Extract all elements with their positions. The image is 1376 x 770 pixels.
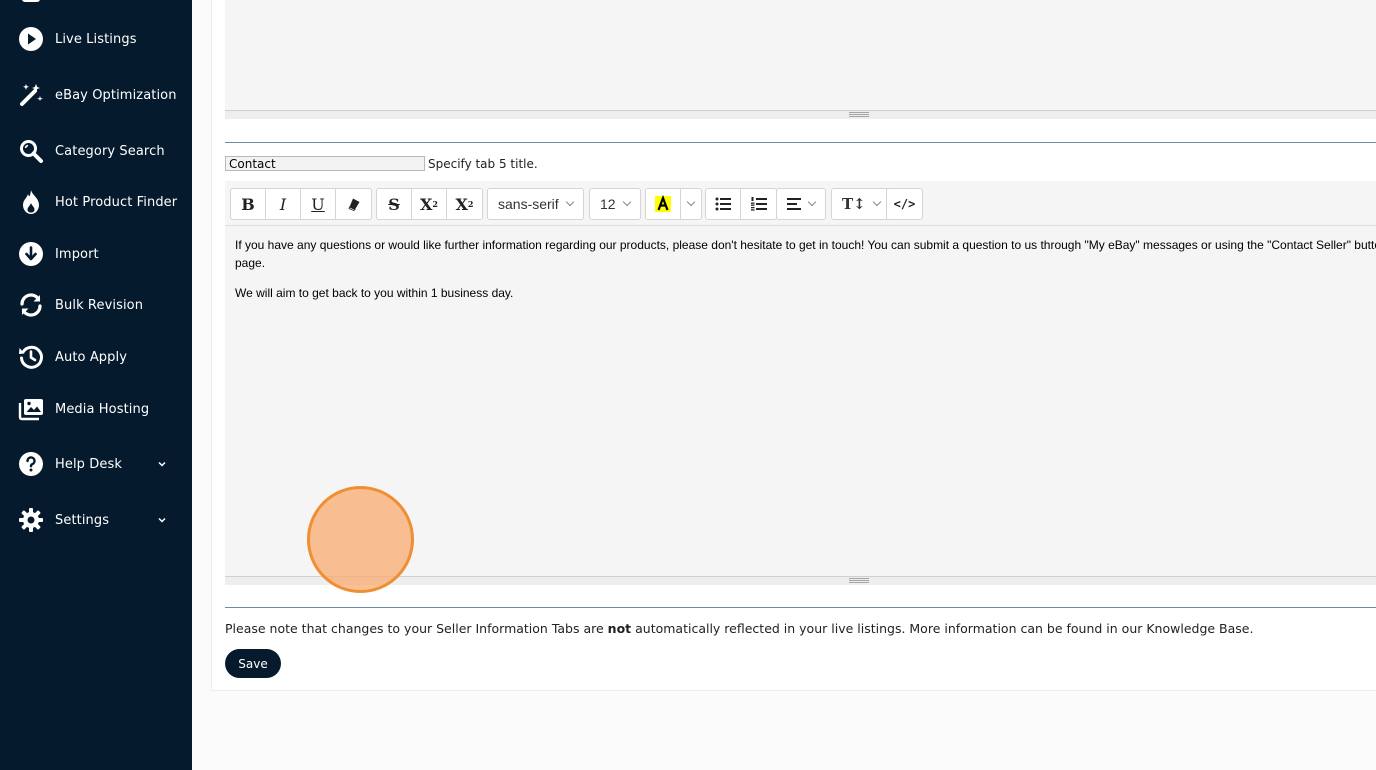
sync-note: Please note that changes to your Seller … (225, 621, 1253, 636)
code-view-button[interactable]: </> (887, 189, 922, 219)
help-circle-icon (17, 450, 45, 478)
sidebar-item-label: Media Hosting (55, 401, 150, 417)
download-circle-icon (17, 240, 45, 268)
grip-icon (849, 112, 869, 117)
sidebar-item-label: Settings (55, 512, 110, 528)
superscript-button[interactable]: X2 (412, 189, 447, 219)
sidebar-item-label: eBay Optimization (55, 87, 177, 103)
script-group: S X2 X2 (376, 188, 483, 220)
sidebar-item-live-listings[interactable]: Live Listings (0, 19, 192, 59)
sidebar-item-label: Auto Apply (55, 349, 128, 365)
chevron-down-icon[interactable] (156, 458, 168, 470)
history-icon (17, 343, 45, 371)
eraser-icon (348, 198, 359, 211)
sidebar-item-label: Live Listings (55, 31, 137, 47)
clear-format-button[interactable] (336, 189, 371, 219)
sidebar-item-label: Category Search (55, 143, 165, 159)
sidebar-item-label: Import (55, 246, 99, 262)
sidebar-item-media-hosting[interactable]: Media Hosting (0, 389, 192, 429)
chevron-down-icon[interactable] (156, 514, 168, 526)
sidebar-item-ebay-optimization[interactable]: eBay Optimization (0, 75, 192, 115)
highlight-color-group (645, 188, 702, 220)
section-divider (225, 142, 1376, 143)
page-background (192, 691, 1376, 770)
highlight-color-button[interactable] (646, 189, 681, 219)
chevron-down-icon (565, 197, 574, 207)
search-icon (17, 137, 45, 165)
chevron-down-icon (807, 197, 817, 207)
text-height-select[interactable]: T↕ (831, 188, 891, 220)
sidebar: Live Listings eBay Optimization Category… (0, 0, 192, 770)
align-left-icon (787, 198, 801, 210)
chevron-down-icon (686, 197, 696, 207)
bold-button[interactable]: B (231, 189, 266, 219)
code-view-group: </> (886, 188, 923, 220)
chevron-down-icon (622, 197, 631, 207)
font-size-value: 12 (600, 196, 616, 212)
sidebar-item-bulk-revision[interactable]: Bulk Revision (0, 285, 192, 325)
text-color-icon (655, 195, 671, 212)
note-text: Please note that changes to your Seller … (225, 621, 608, 636)
sidebar-item-label: Bulk Revision (55, 297, 144, 313)
sync-icon (17, 291, 45, 319)
previous-tab-editor-body[interactable] (225, 0, 1376, 111)
font-size-select[interactable]: 12 (589, 188, 641, 220)
unordered-list-button[interactable] (706, 189, 741, 219)
sidebar-item-auto-apply[interactable]: Auto Apply (0, 337, 192, 377)
sidebar-item-import[interactable]: Import (0, 234, 192, 274)
flame-icon (17, 188, 45, 216)
paragraph-align-select[interactable] (776, 188, 826, 220)
font-family-select[interactable]: sans-serif (487, 188, 584, 220)
underline-button[interactable]: U (301, 189, 336, 219)
save-button[interactable]: Save (225, 649, 281, 678)
sidebar-item-category-search[interactable]: Category Search (0, 131, 192, 171)
sidebar-item-settings[interactable]: Settings (0, 500, 192, 540)
text-height-icon: T↕ (842, 195, 866, 213)
tab-5-title-input[interactable] (225, 156, 425, 171)
chevron-down-icon (872, 197, 881, 207)
gear-icon (17, 506, 45, 534)
list-group (705, 188, 777, 220)
partial-menu-icon (22, 0, 40, 2)
sidebar-item-help-desk[interactable]: Help Desk (0, 444, 192, 484)
previous-editor-resize-handle[interactable] (225, 110, 1376, 119)
grip-icon (849, 578, 869, 583)
italic-button[interactable]: I (266, 189, 301, 219)
play-circle-icon (17, 25, 45, 53)
editor-paragraph: We will aim to get back to you within 1 … (235, 286, 514, 300)
ordered-list-button[interactable] (741, 189, 776, 219)
sidebar-item-label: Hot Product Finder (55, 194, 178, 210)
tab-5-title-hint: Specify tab 5 title. (428, 157, 538, 171)
magic-wand-icon (17, 81, 45, 109)
editor-toolbar: B I U S X2 X2 sans-serif 12 T↕ </> (225, 181, 1376, 226)
click-indicator (307, 486, 414, 593)
subscript-button[interactable]: X2 (447, 189, 482, 219)
font-family-value: sans-serif (498, 196, 559, 212)
sidebar-item-hot-product-finder[interactable]: Hot Product Finder (0, 182, 192, 222)
list-bullet-icon (715, 197, 731, 211)
images-icon (17, 395, 45, 423)
font-style-group: B I U (230, 188, 372, 220)
strikethrough-button[interactable]: S (377, 189, 412, 219)
list-numbered-icon (750, 197, 767, 211)
section-divider (225, 607, 1376, 608)
note-emphasis: not (607, 621, 632, 636)
editor-paragraph-wrap: page. (235, 256, 266, 270)
editor-paragraph: If you have any questions or would like … (235, 238, 1376, 252)
highlight-color-dropdown[interactable] (681, 189, 701, 219)
note-text: automatically reflected in your live lis… (631, 621, 1254, 636)
sidebar-item-label: Help Desk (55, 456, 122, 472)
